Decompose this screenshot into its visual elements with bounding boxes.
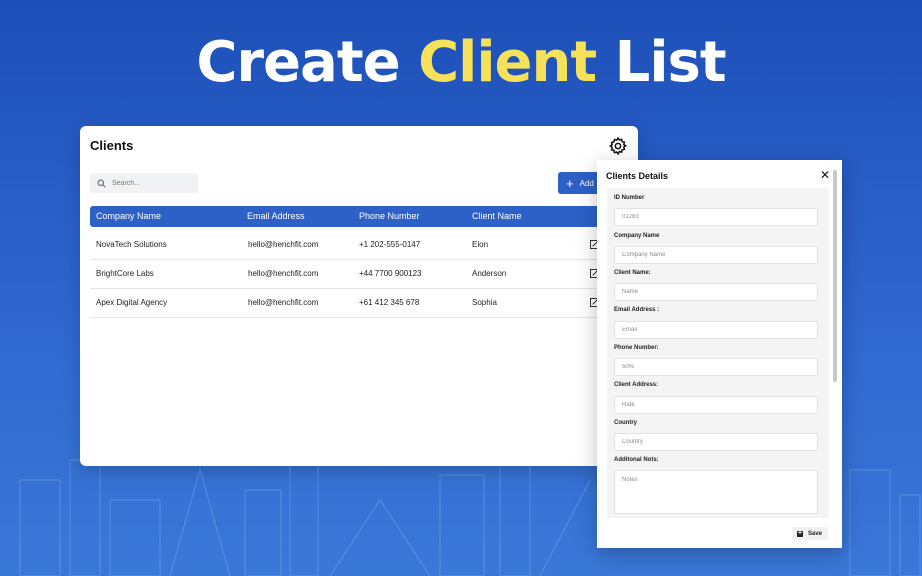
field-label-email: Email Address : <box>614 307 660 313</box>
client-address-field[interactable] <box>614 396 818 414</box>
hero-title-part1: Create <box>196 30 400 95</box>
cell-email: hello@henchfit.com <box>248 269 319 278</box>
cell-client: Anderson <box>472 269 507 278</box>
column-header-client: Client Name <box>472 211 522 221</box>
email-field[interactable] <box>614 321 818 339</box>
column-header-company: Company Name <box>96 211 162 221</box>
hero-title: Create Client List <box>0 30 922 96</box>
save-icon <box>797 530 803 537</box>
field-label-phone: Phone Number: <box>614 345 659 351</box>
company-name-field[interactable] <box>614 246 818 264</box>
field-label-address: Client Address: <box>614 382 659 388</box>
field-label-id: ID Number <box>614 195 645 201</box>
column-header-phone: Phone Number <box>359 211 420 221</box>
close-icon[interactable]: ✕ <box>820 169 830 181</box>
country-field[interactable] <box>614 433 818 451</box>
cell-client: Elon <box>472 240 489 249</box>
hero-title-part2: List <box>614 30 727 95</box>
cell-email: hello@henchfit.com <box>248 298 319 307</box>
id-number-field[interactable] <box>614 208 818 226</box>
cell-company: Apex Digital Agency <box>96 298 168 307</box>
page-title: Clients <box>90 138 134 153</box>
table-row: Apex Digital Agency hello@henchfit.com +… <box>90 288 638 318</box>
phone-number-field[interactable] <box>614 358 818 376</box>
details-form: ID Number Company Name Client Name: Emai… <box>607 188 829 518</box>
field-label-client-name: Client Name: <box>614 270 651 276</box>
search-box <box>90 173 198 193</box>
field-label-country: Country <box>614 420 637 426</box>
field-label-notes: Additonal Nots: <box>614 457 659 463</box>
cell-phone: +61 412 345 678 <box>359 298 420 307</box>
save-label: Save <box>808 530 823 537</box>
table-header: Company Name Email Address Phone Number … <box>90 206 638 227</box>
table-row: BrightCore Labs hello@henchfit.com +44 7… <box>90 259 638 289</box>
client-name-field[interactable] <box>614 283 818 301</box>
save-button[interactable]: Save <box>792 527 828 540</box>
table-row: NovaTech Solutions hello@henchfit.com +1… <box>90 230 638 260</box>
panel-scrollbar[interactable] <box>833 170 837 382</box>
client-details-panel: Clients Details ✕ ID Number Company Name… <box>597 160 842 548</box>
cell-company: BrightCore Labs <box>96 269 154 278</box>
search-input[interactable] <box>110 178 194 188</box>
search-icon <box>97 179 106 188</box>
field-label-company: Company Name <box>614 233 660 239</box>
cell-company: NovaTech Solutions <box>96 240 167 249</box>
plus-icon: + <box>566 175 574 191</box>
panel-title: Clients Details <box>606 171 669 181</box>
gear-icon[interactable] <box>608 136 628 156</box>
cell-client: Sophia <box>472 298 497 307</box>
clients-card: Clients + Add Company Name Email Address… <box>80 126 638 466</box>
cell-phone: +1 202-555-0147 <box>359 240 421 249</box>
cell-email: hello@henchfit.com <box>248 240 319 249</box>
cell-phone: +44 7700 900123 <box>359 269 422 278</box>
column-header-email: Email Address <box>247 211 305 221</box>
add-button-label: Add <box>579 178 594 188</box>
hero-title-accent: Client <box>418 30 597 95</box>
notes-field[interactable] <box>614 470 818 514</box>
